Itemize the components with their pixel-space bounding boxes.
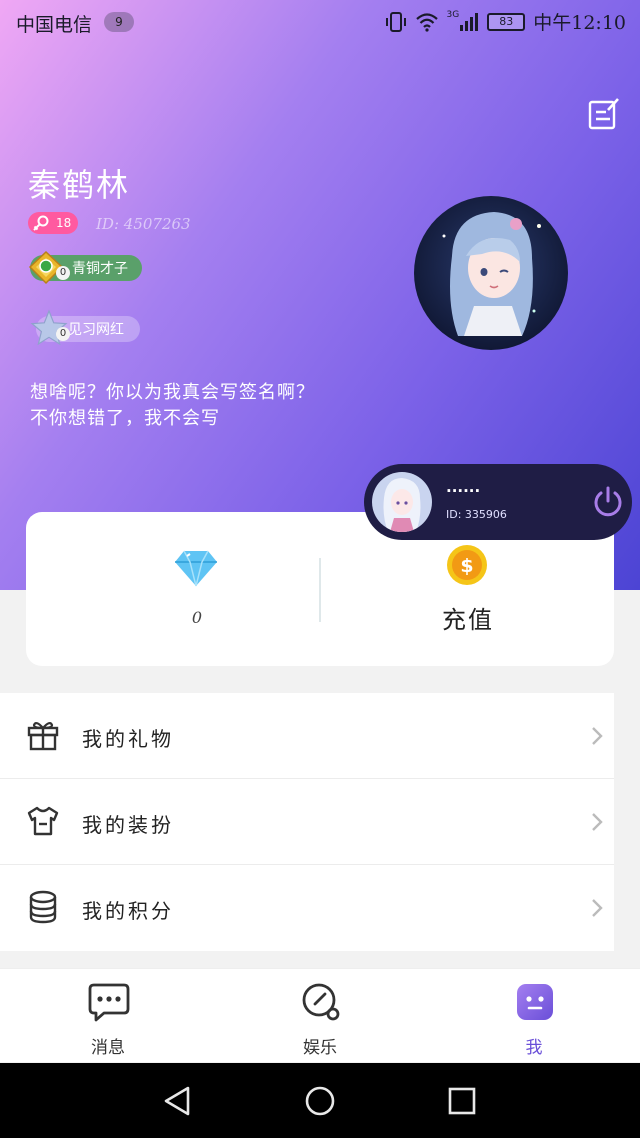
system-navigation-bar <box>0 1063 640 1138</box>
recent-apps-icon[interactable] <box>446 1085 478 1117</box>
shirt-icon <box>27 806 59 836</box>
me-icon <box>517 984 553 1020</box>
user-id: ID: 4507263 <box>96 215 191 233</box>
vibrate-icon <box>385 11 406 32</box>
female-icon <box>33 215 49 231</box>
menu-item-my-outfits[interactable]: 我的装扮 <box>0 779 614 865</box>
back-icon[interactable] <box>162 1085 194 1117</box>
mini-avatar-image <box>372 472 432 532</box>
gender-age-badge: 18 <box>28 212 78 234</box>
recharge-button[interactable]: 充值 <box>426 600 510 635</box>
bottom-tab-bar: 消息 娱乐 我 <box>0 968 640 1062</box>
level-count: 0 <box>56 266 70 280</box>
avatar-image <box>414 196 568 350</box>
search-icon <box>302 983 340 1021</box>
diamond-count: 0 <box>191 608 203 627</box>
signal-icon <box>460 12 479 31</box>
menu-item-my-points[interactable]: 我的积分 <box>0 865 614 951</box>
tab-me[interactable]: 我 <box>454 969 614 1063</box>
menu-list: 我的礼物 我的装扮 我的积分 <box>0 693 614 951</box>
diamond-icon[interactable] <box>174 548 218 588</box>
mini-player-avatar <box>372 472 432 532</box>
card-divider <box>319 558 321 622</box>
gift-icon <box>27 721 59 751</box>
home-icon[interactable] <box>304 1085 336 1117</box>
coin-icon[interactable]: $ <box>446 544 488 586</box>
tab-label: 消息 <box>91 1038 125 1058</box>
fame-count: 0 <box>56 327 70 341</box>
username: 秦鹤林 <box>28 166 131 204</box>
notification-count-badge: 9 <box>104 12 134 32</box>
menu-label: 我的礼物 <box>82 727 174 751</box>
level-badge[interactable]: 0 青铜才子 <box>28 250 142 285</box>
signature-line-1: 想啥呢？你以为我真会写签名啊？ <box>30 382 315 403</box>
status-bar: 中国电信 9 3G 83 中午12:10 <box>0 0 640 44</box>
chevron-right-icon <box>592 813 603 831</box>
tab-label: 娱乐 <box>303 1038 337 1058</box>
mini-player-name: ······ <box>446 482 481 500</box>
fame-label: 见习网红 <box>68 322 124 338</box>
message-icon <box>88 983 130 1022</box>
status-indicators: 3G 83 中午12:10 <box>385 8 626 35</box>
mini-room-player[interactable]: ······ ID: 335906 <box>364 464 632 540</box>
svg-text:$: $ <box>460 555 473 577</box>
age-label: 18 <box>56 216 72 230</box>
menu-item-my-gifts[interactable]: 我的礼物 <box>0 693 614 779</box>
power-icon[interactable] <box>590 484 626 520</box>
edit-profile-icon[interactable] <box>586 96 622 132</box>
avatar[interactable] <box>414 196 568 350</box>
tab-label: 我 <box>525 1038 543 1058</box>
mini-player-id: ID: 335906 <box>446 508 507 521</box>
network-type-label: 3G <box>446 9 460 20</box>
profile-signature: 想啥呢？你以为我真会写签名啊？ 不你想错了，我不会写 <box>30 380 390 432</box>
level-label: 青铜才子 <box>72 261 128 277</box>
tab-messages[interactable]: 消息 <box>28 969 188 1063</box>
tab-entertainment[interactable]: 娱乐 <box>240 969 400 1063</box>
fame-badge[interactable]: 0 见习网红 <box>30 309 140 346</box>
chevron-right-icon <box>592 727 603 745</box>
signature-line-2: 不你想错了，我不会写 <box>30 408 220 429</box>
menu-label: 我的积分 <box>82 899 174 923</box>
battery-indicator: 83 <box>487 12 526 31</box>
clock: 中午12:10 <box>533 12 626 34</box>
coins-icon <box>29 890 57 924</box>
menu-label: 我的装扮 <box>82 813 174 837</box>
carrier-name: 中国电信 <box>16 14 93 36</box>
wifi-icon <box>415 12 438 32</box>
chevron-right-icon <box>592 899 603 917</box>
